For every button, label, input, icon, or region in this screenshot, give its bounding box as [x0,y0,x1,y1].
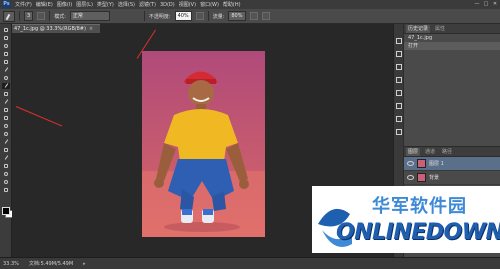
status-menu-arrow-icon[interactable]: ▸ [83,261,86,267]
type-tool-icon[interactable] [2,147,10,153]
properties-panel-icon[interactable] [395,51,402,57]
swatches-panel-icon[interactable] [395,77,402,83]
move-tool-icon[interactable] [2,27,10,33]
tab-paths[interactable]: 路径 [440,148,454,156]
menu-file[interactable]: 文件(F) [15,1,32,8]
tab-properties[interactable]: 属性 [433,25,447,33]
minimize-button[interactable]: — [474,1,480,7]
gradient-tool-icon[interactable] [2,115,10,121]
document-tab[interactable]: 47_1c.jpg @ 33.3%(RGB/8#) × [12,24,100,33]
photoshop-window: Ps 文件(F) 编辑(E) 图像(I) 图层(L) 类型(Y) 选择(S) 滤… [0,0,500,269]
menu-bar: Ps 文件(F) 编辑(E) 图像(I) 图层(L) 类型(Y) 选择(S) 滤… [0,0,500,9]
brush-tool-icon[interactable] [1,83,10,89]
status-bar: 33.3% 文档:5.49M/5.49M ▸ [0,257,500,269]
document-tab-close-icon[interactable]: × [89,26,93,32]
layer-row[interactable]: 图层 1 [404,157,500,171]
history-brush-tool-icon[interactable] [2,99,10,105]
pressure-icon[interactable] [195,12,204,20]
child-photo-illustration [154,71,249,232]
tools-panel [0,24,12,257]
watermark-english-text: ONLINEDOWN.net [336,220,500,245]
eye-icon[interactable] [407,161,414,166]
photoshop-logo-icon: Ps [2,1,11,8]
menu-type[interactable]: 类型(Y) [97,1,114,8]
tab-channels[interactable]: 通道 [423,148,437,156]
brush-icon[interactable] [3,10,15,22]
airbrush-icon[interactable] [249,12,258,20]
divider [143,11,145,21]
hand-tool-icon[interactable] [2,171,10,177]
styles-panel-icon[interactable] [395,103,402,109]
zoom-tool-icon[interactable] [2,179,10,185]
clone-stamp-tool-icon[interactable] [2,91,10,97]
opacity-label: 不透明度: [148,13,171,20]
layer-name: 背景 [429,175,440,181]
color-panel-icon[interactable] [395,64,402,70]
layer-thumbnail [417,159,426,168]
menu-view[interactable]: 视图(V) [179,1,196,8]
dodge-tool-icon[interactable] [2,131,10,137]
eyedropper-tool-icon[interactable] [2,67,10,73]
healing-brush-tool-icon[interactable] [2,75,10,81]
history-panel-icon[interactable] [395,38,402,44]
path-select-tool-icon[interactable] [2,155,10,161]
menu-edit[interactable]: 编辑(E) [36,1,53,8]
zoom-level[interactable]: 33.3% [3,261,19,267]
eye-icon[interactable] [407,175,414,180]
history-snapshot[interactable]: 47_1c.jpg [404,34,500,42]
crop-tool-icon[interactable] [2,59,10,65]
layer-name: 图层 1 [429,161,444,167]
divider [49,11,51,21]
character-panel-icon[interactable] [395,116,402,122]
marquee-tool-icon[interactable] [2,35,10,41]
layer-row[interactable]: 背景 [404,171,500,185]
tab-layers[interactable]: 图层 [406,147,421,156]
options-bar: 3 模式: 正常 不透明度: 40% 流量: 80% [0,9,500,24]
eraser-tool-icon[interactable] [2,107,10,113]
menu-window[interactable]: 窗口(W) [200,1,219,8]
edit-toolbar-icon[interactable] [2,187,10,193]
document-tab-title: 47_1c.jpg @ 33.3%(RGB/8#) [14,26,86,32]
history-state-open[interactable]: 打开 [404,42,500,50]
layer-thumbnail [417,173,426,182]
tab-history[interactable]: 历史记录 [406,24,431,33]
opacity-input[interactable]: 40% [174,11,192,21]
menu-3d[interactable]: 3D(D) [160,2,175,8]
shape-tool-icon[interactable] [2,163,10,169]
photo-image[interactable] [142,51,265,237]
menu-layer[interactable]: 图层(L) [76,1,93,8]
brush-size-picker[interactable]: 3 [24,11,34,21]
menu-filter[interactable]: 滤镜(T) [139,1,156,8]
pen-tool-icon[interactable] [2,139,10,145]
menu-select[interactable]: 选择(S) [118,1,135,8]
maximize-button[interactable]: □ [483,1,489,7]
lasso-tool-icon[interactable] [2,43,10,49]
menu-image[interactable]: 图像(I) [57,1,72,8]
layers-panel-tabs: 图层 通道 路径 [404,147,500,157]
brush-panel-icon[interactable] [37,12,46,20]
tablet-pressure-icon[interactable] [261,12,270,20]
watermark-chinese-text: 华军软件园 [372,196,467,217]
history-panel-tabs: 历史记录 属性 [404,24,500,34]
flow-label: 流量: [212,13,225,20]
divider [207,11,209,21]
divider [19,11,20,21]
paragraph-panel-icon[interactable] [395,129,402,135]
window-controls: — □ ✕ [474,1,498,7]
mode-select[interactable]: 正常 [69,11,110,21]
blur-tool-icon[interactable] [2,123,10,129]
quick-select-tool-icon[interactable] [2,51,10,57]
watermark: 华军软件园 ONLINEDOWN.net [312,186,500,253]
close-button[interactable]: ✕ [492,1,498,7]
menu-help[interactable]: 帮助(H) [223,1,241,8]
adjustments-panel-icon[interactable] [395,90,402,96]
foreground-color-swatch[interactable] [2,207,10,215]
flow-input[interactable]: 80% [228,11,246,21]
document-size: 文档:5.49M/5.49M [28,261,74,267]
mode-label: 模式: [54,13,66,20]
